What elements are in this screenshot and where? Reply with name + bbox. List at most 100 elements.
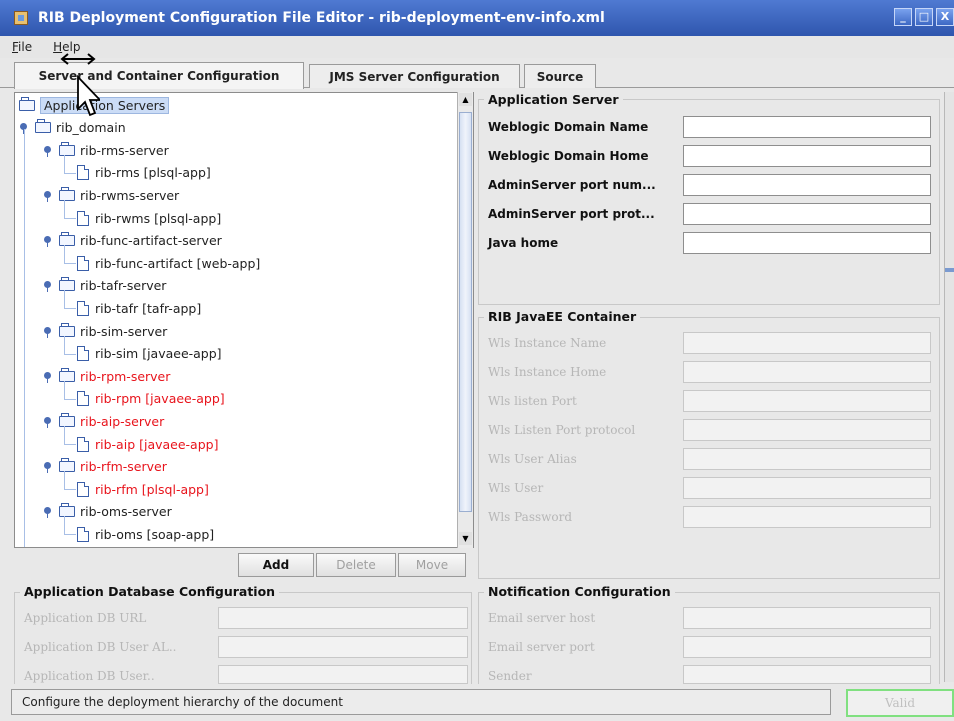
tree-node-app[interactable]: rib-rfm [plsql-app] (77, 479, 209, 499)
tree-guide-line (64, 290, 65, 309)
tree-node-server[interactable]: rib-rfm-server (43, 457, 167, 477)
menu-help[interactable]: Help (41, 40, 89, 54)
minimize-button[interactable]: _ (894, 8, 912, 26)
tree-node-label: rib-oms-server (80, 504, 172, 520)
tree-guide-line (64, 426, 65, 444)
text-field[interactable] (683, 448, 931, 470)
tree-guide-line (64, 398, 76, 400)
scroll-thumb[interactable] (459, 112, 472, 512)
folder-icon (19, 96, 35, 111)
tree-node-server[interactable]: rib-func-artifact-server (43, 231, 222, 251)
form-scrollbar[interactable] (944, 92, 954, 682)
folder-icon (35, 119, 51, 134)
text-field[interactable] (683, 390, 931, 412)
tree-scrollbar[interactable]: ▲ ▼ (457, 92, 473, 548)
text-field[interactable] (683, 174, 931, 196)
delete-button[interactable]: Delete (316, 553, 396, 577)
tree-guide-line (64, 263, 76, 265)
text-field[interactable] (683, 145, 931, 167)
folder-icon (59, 186, 75, 201)
field-label: Wls Instance Name (488, 336, 607, 350)
scroll-down-icon[interactable]: ▼ (459, 532, 472, 545)
scroll-up-icon[interactable]: ▲ (459, 93, 472, 106)
window-title: RIB Deployment Configuration File Editor… (38, 10, 605, 26)
expand-toggle-icon[interactable] (43, 416, 52, 428)
move-button[interactable]: Move (398, 553, 466, 577)
text-field[interactable] (218, 636, 468, 658)
file-icon (77, 210, 89, 226)
text-field[interactable] (683, 419, 931, 441)
tree-node-root[interactable]: Application Servers (19, 95, 170, 115)
expand-toggle-icon[interactable] (43, 326, 52, 338)
tree-node-app[interactable]: rib-func-artifact [web-app] (77, 253, 260, 273)
tree-node-server[interactable]: rib-rpm-server (43, 366, 170, 386)
add-button[interactable]: Add (238, 553, 314, 577)
tree-node-label: rib-rfm-server (80, 459, 167, 475)
tab-jms-server[interactable]: JMS Server Configuration (309, 64, 520, 88)
maximize-button[interactable]: □ (915, 8, 933, 26)
field-label: Wls Instance Home (488, 365, 607, 379)
tree-node-server[interactable]: rib-oms-server (43, 502, 172, 522)
text-field[interactable] (218, 607, 468, 629)
text-field[interactable] (683, 665, 931, 684)
form-scroll-thumb[interactable] (945, 268, 954, 272)
text-field[interactable] (218, 665, 468, 684)
field-label: Wls listen Port (488, 394, 577, 408)
text-field[interactable] (683, 477, 931, 499)
title-bar[interactable]: RIB Deployment Configuration File Editor… (0, 0, 954, 36)
tree-node-app[interactable]: rib-sim [javaee-app] (77, 344, 222, 364)
text-field[interactable] (683, 607, 931, 629)
expand-toggle-icon[interactable] (43, 236, 52, 248)
tree-node-app[interactable]: rib-oms [soap-app] (77, 524, 214, 544)
expand-toggle-icon[interactable] (43, 507, 52, 519)
tab-bar: Server and Container Configuration JMS S… (0, 58, 954, 89)
text-field[interactable] (683, 232, 931, 254)
tree-node-server[interactable]: rib-sim-server (43, 321, 167, 341)
expand-toggle-icon[interactable] (43, 145, 52, 157)
tree-node-app[interactable]: rib-tafr [tafr-app] (77, 298, 201, 318)
file-icon (77, 391, 89, 407)
tree-guide-line (64, 380, 65, 399)
deployment-tree[interactable]: Application Servers rib_domain rib-rms-ser… (14, 92, 474, 548)
tree-node-app[interactable]: rib-rms [plsql-app] (77, 163, 211, 183)
text-field[interactable] (683, 332, 931, 354)
file-icon (77, 300, 89, 316)
field-label: Sender (488, 669, 532, 683)
tree-guide-line (64, 444, 76, 445)
tree-guide-line (64, 218, 76, 219)
menu-file[interactable]: File (0, 40, 41, 54)
text-field[interactable] (683, 361, 931, 383)
text-field[interactable] (683, 506, 931, 528)
text-field[interactable] (683, 203, 931, 225)
javaee-container-title: RIB JavaEE Container (484, 309, 641, 324)
close-button[interactable]: X (936, 8, 954, 26)
tab-source[interactable]: Source (524, 64, 596, 88)
tab-server-container[interactable]: Server and Container Configuration (14, 62, 304, 89)
tree-node-label: rib-func-artifact [web-app] (95, 255, 261, 271)
tree-node-domain[interactable]: rib_domain (19, 118, 126, 138)
tree-node-server[interactable]: rib-tafr-server (43, 276, 166, 296)
field-label: Wls Listen Port protocol (488, 423, 636, 437)
file-icon (77, 481, 89, 497)
expand-toggle-icon[interactable] (43, 462, 52, 474)
folder-icon (59, 458, 75, 473)
text-field[interactable] (683, 116, 931, 138)
tree-node-server[interactable]: rib-rms-server (43, 140, 169, 160)
tree-node-label: rib-rwms [plsql-app] (95, 210, 222, 226)
tree-node-label: rib-aip [javaee-app] (95, 436, 219, 452)
tree-node-server[interactable]: rib-aip-server (43, 411, 164, 431)
tree-node-app[interactable]: rib-aip [javaee-app] (77, 434, 218, 454)
valid-button[interactable]: Valid (846, 689, 954, 717)
tree-node-app[interactable]: rib-rwms [plsql-app] (77, 208, 221, 228)
text-field[interactable] (683, 636, 931, 658)
expand-toggle-icon[interactable] (43, 281, 52, 293)
expand-toggle-icon[interactable] (43, 190, 52, 202)
field-label: Weblogic Domain Name (488, 120, 649, 134)
field-label: AdminServer port num... (488, 178, 656, 192)
expand-toggle-icon[interactable] (43, 371, 52, 383)
tree-node-app[interactable]: rib-rpm [javaee-app] (77, 389, 225, 409)
field-label: Application DB User.. (24, 669, 155, 683)
tree-node-label: rib-rpm [javaee-app] (95, 391, 225, 407)
app-icon (14, 11, 28, 25)
field-label: Email server port (488, 640, 595, 654)
